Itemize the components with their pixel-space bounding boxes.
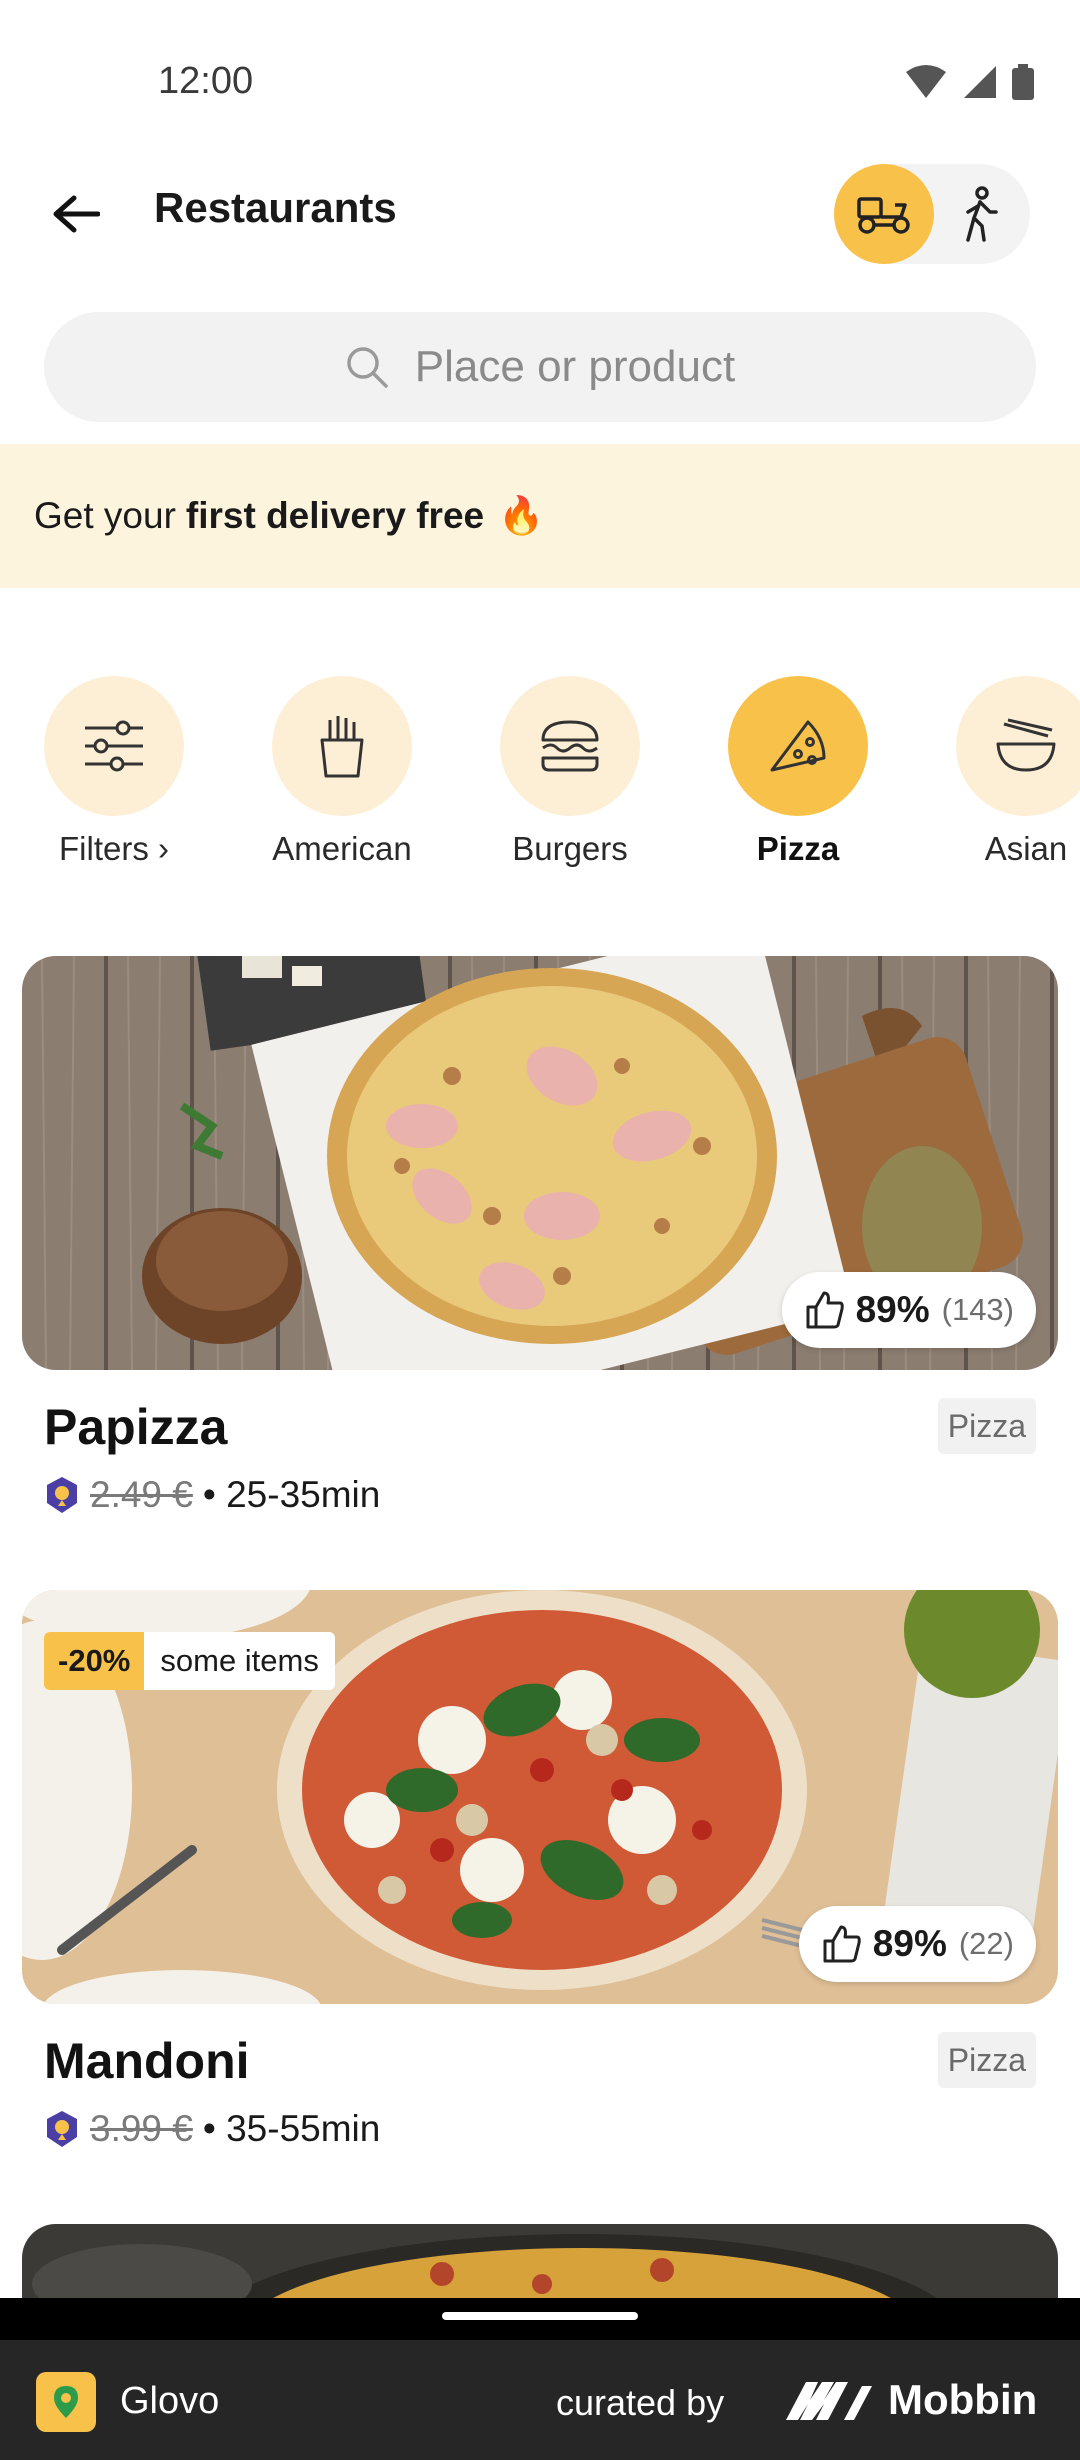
mobbin-brand: Mobbin: [784, 2376, 1037, 2424]
fries-icon: [320, 716, 364, 778]
rating-count: (22): [958, 1926, 1014, 1961]
rating-badge: 89% (143): [781, 1272, 1036, 1348]
discount-badge: -20% some items: [44, 1632, 335, 1690]
status-time: 12:00: [158, 60, 254, 102]
footer: Glovo curated by Mobbin: [0, 2340, 1080, 2460]
delivery-info: 3.99 € • 35-55min: [44, 2108, 380, 2150]
pizza-slice-icon: [770, 720, 826, 772]
discount-percent: -20%: [44, 1632, 145, 1690]
old-delivery-fee: 3.99 €: [90, 2108, 193, 2149]
restaurant-card[interactable]: -20% some items 89% (22) Mandoni Pizza 3…: [22, 1590, 1058, 2170]
prime-badge-icon: [47, 1477, 77, 1513]
glovo-logo-icon: [36, 2372, 96, 2432]
paella-photo: [22, 2224, 1058, 2298]
category-label: American: [272, 830, 412, 867]
status-bar: 12:00: [0, 0, 1080, 150]
mobbin-logo-icon: [786, 2382, 872, 2420]
restaurant-name: Papizza: [44, 1399, 228, 1455]
restaurant-image[interactable]: -20% some items 89% (22): [22, 1590, 1058, 2004]
restaurant-image[interactable]: 89% (143): [22, 956, 1058, 1370]
restaurant-card[interactable]: [22, 2224, 1058, 2298]
pickup-mode-button[interactable]: [938, 164, 1022, 264]
delivery-info: 2.49 € • 25-35min: [44, 1474, 380, 1516]
delivery-time: • 25-35min: [202, 1474, 381, 1515]
promo-highlight: first delivery free: [185, 495, 485, 536]
thumbs-up-icon: [806, 1291, 844, 1329]
arrow-left-icon: [53, 195, 100, 233]
status-icons: [904, 64, 1034, 100]
rating-percent: 89%: [872, 1923, 947, 1964]
category-circle: [728, 676, 868, 816]
burger-icon: [541, 720, 599, 772]
old-delivery-fee: 2.49 €: [90, 1474, 193, 1515]
category-american[interactable]: American: [252, 676, 432, 868]
cuisine-tag: Pizza: [937, 2032, 1036, 2088]
cuisine-tag: Pizza: [937, 1398, 1036, 1454]
delivery-time: • 35-55min: [202, 2108, 381, 2149]
wifi-icon: [906, 65, 946, 98]
category-burgers[interactable]: Burgers: [480, 676, 660, 868]
location-pin-icon: [54, 2386, 78, 2418]
restaurant-card[interactable]: 89% (143) Papizza Pizza 2.49 € • 25-35mi…: [22, 956, 1058, 1536]
rating-percent: 89%: [855, 1289, 930, 1330]
category-circle: [272, 676, 412, 816]
category-label: Burgers: [512, 830, 628, 867]
scooter-icon: [857, 197, 910, 234]
sliders-icon: [85, 720, 143, 772]
promo-prefix: Get your: [34, 495, 176, 536]
curated-by-label: curated by: [556, 2382, 725, 2423]
delivery-mode-button[interactable]: [834, 164, 934, 264]
discount-note: some items: [144, 1632, 335, 1690]
battery-icon: [1012, 64, 1034, 100]
delivery-mode-toggle[interactable]: [834, 164, 1030, 264]
category-label: Pizza: [756, 830, 840, 867]
fire-icon: 🔥: [498, 494, 545, 536]
category-label: Filters ›: [59, 830, 169, 867]
thumbs-up-icon: [823, 1925, 861, 1963]
category-filters[interactable]: Filters ›: [24, 676, 204, 868]
search-input[interactable]: Place or product: [44, 312, 1036, 422]
category-circle: [956, 676, 1080, 816]
category-carousel[interactable]: Filters › American Burgers Pizza Asian: [0, 676, 1080, 876]
category-asian[interactable]: Asian: [936, 676, 1080, 868]
app-name: Glovo: [120, 2380, 220, 2422]
page-title: Restaurants: [154, 184, 397, 231]
brand-name: Mobbin: [888, 2376, 1038, 2423]
restaurant-name: Mandoni: [44, 2033, 250, 2089]
restaurant-image[interactable]: [22, 2224, 1058, 2298]
search-icon: [347, 347, 388, 388]
system-nav-bar: [0, 2298, 1080, 2340]
category-label: Asian: [984, 830, 1068, 867]
noodle-bowl-icon: [996, 718, 1056, 772]
home-gesture-handle[interactable]: [442, 2312, 638, 2320]
category-circle: [44, 676, 184, 816]
walking-icon: [966, 186, 998, 242]
rating-badge: 89% (22): [798, 1906, 1036, 1982]
back-button[interactable]: [44, 182, 108, 246]
rating-count: (143): [941, 1292, 1014, 1327]
header: Restaurants: [0, 160, 1080, 264]
promo-banner[interactable]: Get your first delivery free 🔥: [0, 444, 1080, 588]
prime-badge-icon: [47, 2111, 77, 2147]
search-placeholder: Place or product: [414, 342, 736, 391]
signal-icon: [964, 66, 996, 98]
category-circle: [500, 676, 640, 816]
category-pizza[interactable]: Pizza: [708, 676, 888, 868]
